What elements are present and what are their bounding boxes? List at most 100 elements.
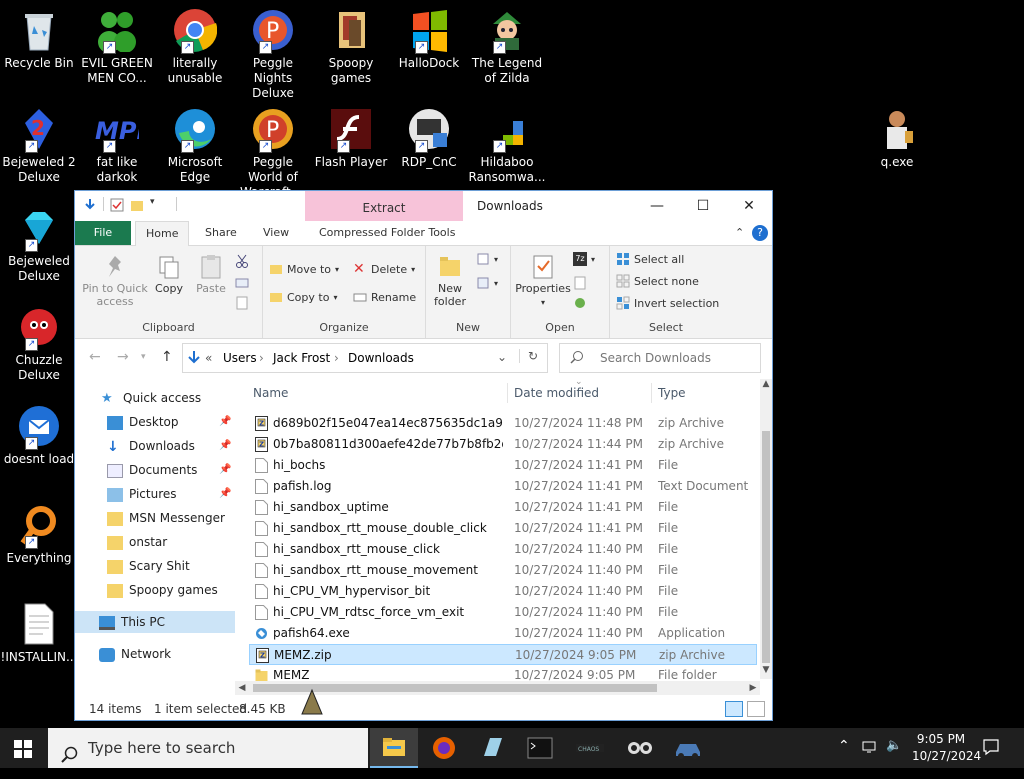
file-row[interactable]: hi_sandbox_rtt_mouse_click 10/27/2024 11:… — [249, 539, 757, 560]
paste-shortcut-icon[interactable] — [235, 296, 249, 310]
scroll-down-icon[interactable]: ▼ — [760, 665, 772, 679]
vertical-scroll-thumb[interactable] — [762, 431, 770, 663]
nav-downloads[interactable]: ↓ Downloads 📌 — [107, 435, 233, 457]
properties-button[interactable]: Properties ▾ — [515, 254, 571, 309]
minimize-button[interactable]: — — [634, 191, 680, 221]
desktop-icon-bejeweled2[interactable]: 2 ↗ Bejeweled 2 Deluxe — [0, 107, 78, 185]
file-row[interactable]: pafish.log 10/27/2024 11:41 PM Text Docume… — [249, 476, 757, 497]
nav-folder-scary-shit[interactable]: Scary Shit — [107, 555, 190, 577]
desktop-icon-legend-of-zilda[interactable]: ↗ The Legend of Zilda — [468, 8, 546, 86]
tab-file[interactable]: File — [75, 221, 131, 245]
nav-network[interactable]: Network — [99, 643, 171, 665]
nav-this-pc[interactable]: This PC — [75, 611, 235, 633]
breadcrumb-jack-frost[interactable]: Jack Frost — [273, 351, 330, 365]
overflow-chevrons-icon[interactable]: « — [205, 351, 212, 365]
properties-check-icon[interactable] — [110, 197, 124, 212]
copy-path-icon[interactable] — [235, 276, 249, 290]
file-row[interactable]: hi_CPU_VM_rdtsc_force_vm_exit 10/27/2024 … — [249, 602, 757, 623]
desktop-icon-fat-like-darkok[interactable]: MPL ↗ fat like darkok — [78, 107, 156, 185]
file-row[interactable]: Z 0b7ba80811d300aefe42de77b7b8fb2d5b6... 1… — [249, 434, 757, 455]
file-row[interactable]: hi_sandbox_rtt_mouse_double_click 10/27/2… — [249, 518, 757, 539]
back-arrow-icon[interactable]: ← — [89, 349, 101, 365]
help-icon[interactable]: ? — [752, 225, 768, 241]
desktop-icon-chuzzle[interactable]: ↗ Chuzzle Deluxe — [0, 305, 78, 383]
details-view-icon[interactable] — [725, 701, 743, 717]
tab-compressed-folder-tools[interactable]: Compressed Folder Tools — [309, 221, 465, 245]
desktop-icon-edge[interactable]: ↗ Microsoft Edge — [156, 107, 234, 185]
taskbar-app-chaos[interactable]: CHAOS — [566, 728, 614, 768]
vertical-scrollbar[interactable]: ▲ ▼ — [760, 379, 772, 679]
forward-arrow-icon[interactable]: → — [117, 349, 129, 365]
column-header-name[interactable]: Name — [253, 379, 288, 407]
desktop-icon-hallodock[interactable]: ↗ HalloDock — [390, 8, 468, 71]
maximize-button[interactable]: ☐ — [680, 191, 726, 221]
taskbar-file-explorer[interactable] — [370, 728, 418, 768]
refresh-icon[interactable]: ↻ — [519, 349, 538, 363]
desktop-icon-bejeweled[interactable]: ↗ Bejeweled Deluxe — [0, 206, 78, 284]
breadcrumb-users[interactable]: Users — [223, 351, 257, 365]
new-folder-icon[interactable] — [130, 197, 144, 211]
desktop-icon-evil-green-men[interactable]: ↗ EVIL GREEN MEN CO... — [78, 8, 156, 86]
copy-button[interactable]: Copy — [151, 254, 187, 295]
taskbar-app-eyes[interactable] — [616, 728, 664, 768]
file-row[interactable]: hi_sandbox_uptime 10/27/2024 11:41 PM File — [249, 497, 757, 518]
nav-pictures[interactable]: Pictures 📌 — [107, 483, 233, 505]
file-row[interactable]: hi_bochs 10/27/2024 11:41 PM File — [249, 455, 757, 476]
move-to-button[interactable]: Move to ▾ — [269, 262, 339, 276]
desktop-icon-peggle-wow[interactable]: P ↗ Peggle World of Warcraft ... — [234, 107, 312, 200]
up-arrow-icon[interactable]: ↑ — [161, 349, 173, 365]
taskbar-app-car[interactable] — [664, 728, 712, 768]
close-button[interactable]: ✕ — [726, 191, 772, 221]
show-hidden-icons-icon[interactable]: ⌃ — [838, 738, 850, 754]
volume-icon[interactable]: 🔈 — [886, 738, 902, 753]
open-with-7z-icon[interactable]: 7z ▾ — [573, 252, 595, 266]
tab-view[interactable]: View — [253, 221, 299, 245]
desktop-icon-installing[interactable]: !INSTALLIN... — [0, 602, 78, 665]
nav-documents[interactable]: Documents 📌 — [107, 459, 233, 481]
column-header-date[interactable]: Date modified — [514, 379, 599, 407]
scroll-up-icon[interactable]: ▲ — [760, 379, 772, 393]
nav-folder-spoopy-games[interactable]: Spoopy games — [107, 579, 218, 601]
copy-to-button[interactable]: Copy to ▾ — [269, 290, 337, 304]
notification-icon[interactable] — [982, 738, 1000, 760]
delete-button[interactable]: ✕ Delete ▾ — [353, 262, 415, 276]
tab-share[interactable]: Share — [195, 221, 247, 245]
taskbar-clock[interactable]: 9:05 PM 10/27/2024 — [912, 731, 981, 765]
desktop-icon-doesnt-load[interactable]: ↗ doesnt load — [0, 404, 78, 467]
new-folder-button[interactable]: New folder — [430, 254, 470, 308]
taskbar-notepad[interactable] — [468, 728, 516, 768]
recent-locations-icon[interactable]: ▾ — [141, 352, 146, 362]
new-item-icon[interactable]: ▾ — [476, 252, 498, 266]
extract-context-tab[interactable]: Extract — [305, 191, 463, 221]
history-icon[interactable] — [573, 296, 587, 310]
file-row[interactable]: Zd689b02f15e047ea14ec875635dc1a9c4f6b...… — [249, 413, 757, 434]
nav-folder-onstar[interactable]: onstar — [107, 531, 167, 553]
desktop-icon-spoopy-games[interactable]: Spoopy games — [312, 8, 390, 86]
file-row[interactable]: pafish64.exe 10/27/2024 11:40 PM Applicati… — [249, 623, 757, 644]
select-all-button[interactable]: Select all — [616, 252, 684, 266]
file-row[interactable]: hi_sandbox_rtt_mouse_movement 10/27/2024 … — [249, 560, 757, 581]
paste-button[interactable]: Paste — [193, 254, 229, 295]
easy-access-icon[interactable]: ▾ — [476, 276, 498, 290]
desktop-icon-q-exe[interactable]: q.exe — [858, 107, 936, 170]
cut-icon[interactable] — [235, 254, 249, 268]
ribbon-collapse-icon[interactable]: ⌃ — [725, 221, 754, 245]
qat-dropdown-icon[interactable]: ▾ — [150, 197, 164, 211]
rename-button[interactable]: Rename — [353, 290, 416, 304]
address-dropdown-icon[interactable]: ⌄ — [497, 350, 507, 364]
file-row[interactable]: hi_CPU_VM_hypervisor_bit 10/27/2024 11:40… — [249, 581, 757, 602]
taskbar-firefox[interactable] — [420, 728, 468, 768]
network-tray-icon[interactable] — [862, 739, 878, 759]
column-header-type[interactable]: Type — [658, 379, 686, 407]
invert-selection-button[interactable]: Invert selection — [616, 296, 719, 310]
desktop-icon-peggle-nights[interactable]: P ↗ Peggle Nights Deluxe — [234, 8, 312, 101]
edit-icon[interactable] — [573, 276, 587, 290]
taskbar-search-box[interactable]: Type here to search — [48, 728, 368, 768]
scroll-left-icon[interactable]: ◀ — [235, 681, 249, 695]
desktop-icon-chrome[interactable]: ↗ literally unusable — [156, 8, 234, 86]
taskbar-terminal[interactable] — [516, 728, 564, 768]
address-bar[interactable]: « Users › Jack Frost › Downloads ⌄ ↻ — [182, 343, 548, 373]
down-arrow-icon[interactable] — [83, 197, 97, 211]
nav-folder-msn-messenger[interactable]: MSN Messenger — [107, 507, 225, 529]
file-row[interactable]: Z MEMZ.zip 10/27/2024 9:05 PM zip Archive — [249, 644, 757, 665]
